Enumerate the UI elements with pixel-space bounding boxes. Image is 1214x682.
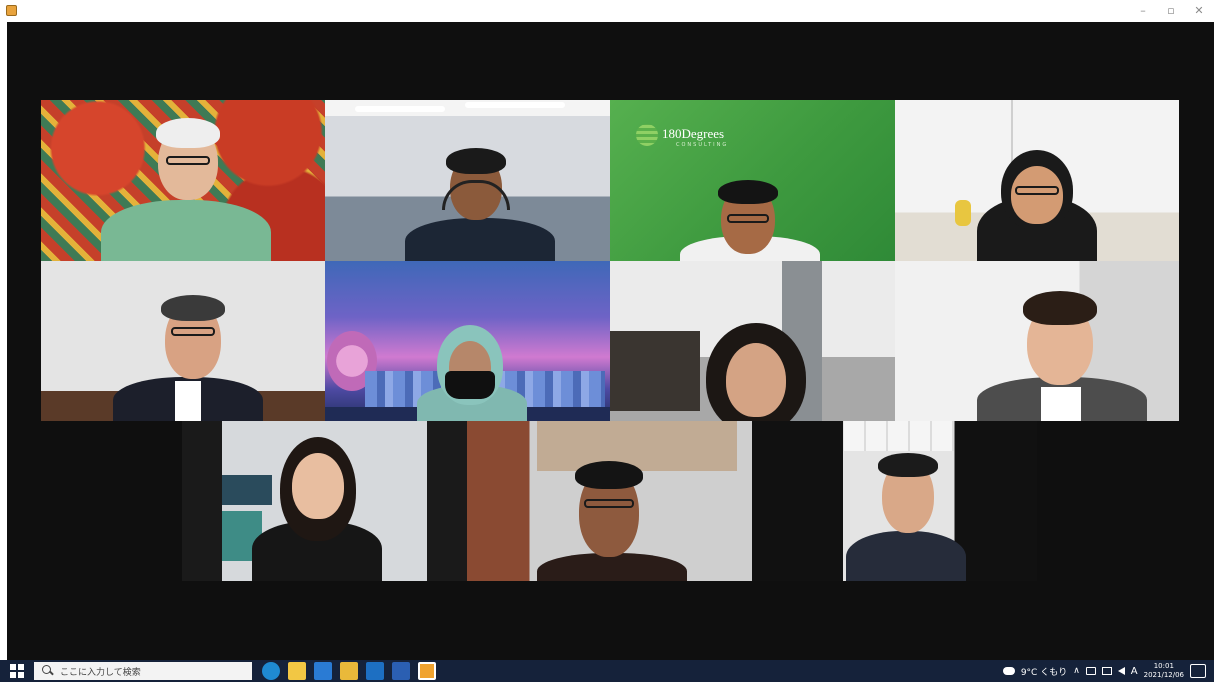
cloud-icon	[1002, 667, 1015, 675]
ime-indicator[interactable]: A	[1131, 666, 1138, 677]
virtual-background-logo	[636, 124, 658, 146]
notification-icon[interactable]	[1190, 664, 1206, 678]
participant-video-p8[interactable]	[895, 261, 1179, 421]
word-icon[interactable]	[392, 662, 410, 680]
edge-icon[interactable]	[262, 662, 280, 680]
mail-icon[interactable]	[314, 662, 332, 680]
participant-video-p11[interactable]	[752, 421, 1037, 581]
folder-icon[interactable]	[340, 662, 358, 680]
participant-video-p1[interactable]	[41, 100, 325, 261]
logo-title: 180Degrees	[662, 126, 725, 141]
system-tray: 9°C くもり ∧ A 10:01 2021/12/06	[1002, 662, 1206, 680]
participant-video-p3[interactable]: 180Degrees CONSULTING	[610, 100, 895, 261]
close-icon[interactable]: ✕	[1188, 2, 1210, 20]
clock-time: 10:01	[1153, 662, 1174, 670]
windows-taskbar: ここに入力して検索 9°C くもり ∧ A 10:01 2021/12/06	[0, 660, 1214, 682]
file-explorer-icon[interactable]	[288, 662, 306, 680]
logo-subtitle: CONSULTING	[676, 142, 729, 148]
outlook-icon[interactable]	[366, 662, 384, 680]
search-placeholder: ここに入力して検索	[60, 667, 141, 678]
participant-video-p2[interactable]	[325, 100, 610, 261]
maximize-icon[interactable]: ▫	[1160, 2, 1182, 20]
participant-video-p7[interactable]	[610, 261, 895, 421]
window-titlebar: – ▫ ✕	[0, 0, 1214, 22]
tray-expand-icon[interactable]: ∧	[1073, 666, 1080, 676]
clock-date: 2021/12/06	[1143, 671, 1184, 679]
participant-video-p4[interactable]	[895, 100, 1179, 261]
participant-video-p10[interactable]	[467, 421, 752, 581]
display-icon[interactable]	[1101, 667, 1112, 675]
app-icon	[6, 5, 17, 16]
windows-start-icon[interactable]	[10, 664, 24, 678]
taskbar-clock[interactable]: 10:01 2021/12/06	[1144, 662, 1184, 680]
participant-video-p5[interactable]	[41, 261, 325, 421]
meeting-gallery: 180Degrees CONSULTING	[7, 22, 1214, 660]
volume-icon[interactable]	[1117, 667, 1125, 675]
search-icon	[40, 663, 56, 679]
minimize-icon[interactable]: –	[1132, 2, 1154, 20]
participant-video-p6[interactable]	[325, 261, 610, 421]
window-controls: – ▫ ✕	[1132, 2, 1210, 20]
network-icon[interactable]	[1085, 667, 1096, 675]
participant-video-p9[interactable]	[182, 421, 467, 581]
taskbar-pinned-apps	[262, 662, 436, 680]
weather-text[interactable]: 9°C くもり	[1021, 665, 1067, 678]
taskbar-search-box[interactable]: ここに入力して検索	[34, 662, 252, 680]
zoom-icon[interactable]	[418, 662, 436, 680]
